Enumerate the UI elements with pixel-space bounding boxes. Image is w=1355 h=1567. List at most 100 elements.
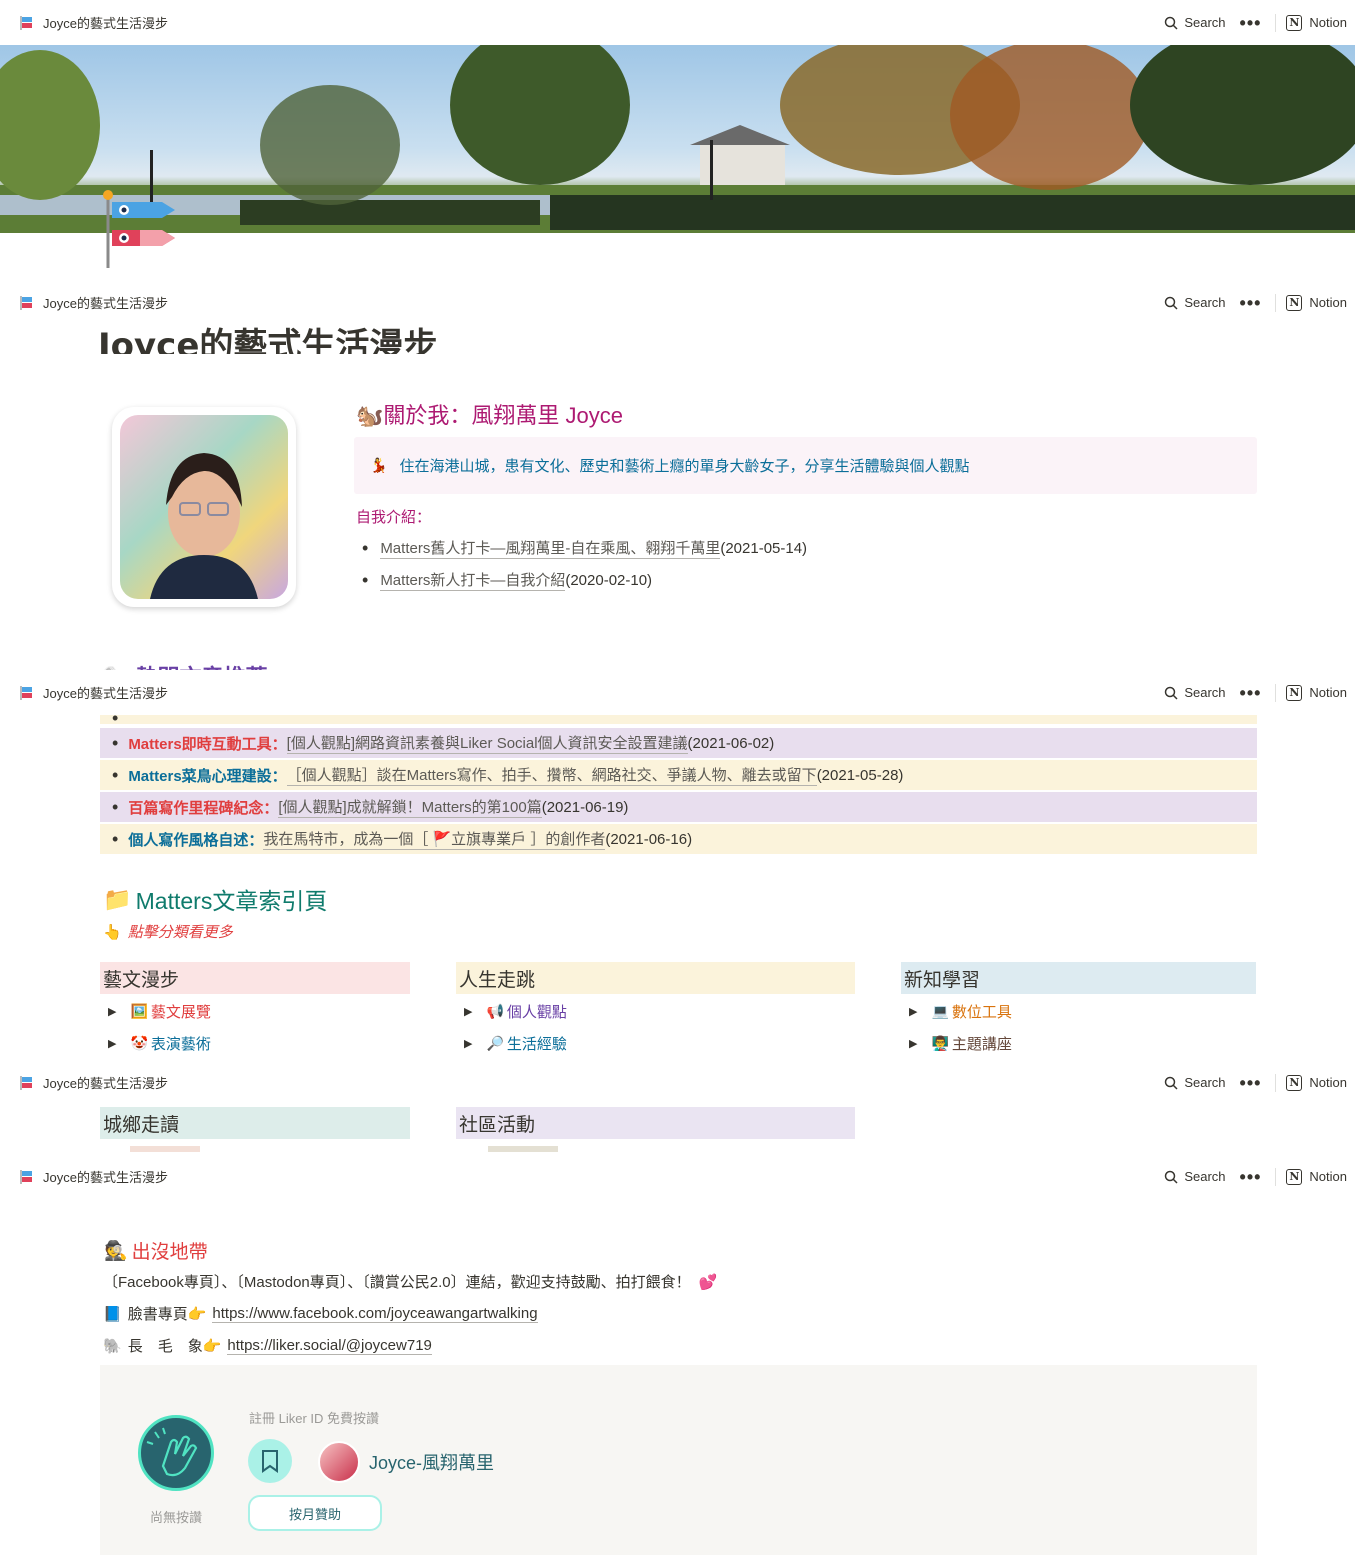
- mammoth-icon: 🐘: [103, 1337, 122, 1355]
- facebook-link[interactable]: https://www.facebook.com/joyceawangartwa…: [212, 1305, 538, 1323]
- notion-button[interactable]: N Notion: [1286, 294, 1347, 311]
- user-avatar[interactable]: [318, 1441, 360, 1483]
- list-item-date: (2021-05-14): [720, 539, 808, 557]
- hearts-icon: 💕: [698, 1273, 718, 1291]
- toggle-life-experience[interactable]: ▶ 🔎 生活經驗: [464, 1033, 567, 1054]
- koinobori-page-icon[interactable]: [100, 188, 180, 270]
- search-icon: [1165, 296, 1178, 310]
- intro-label: 自我介紹：: [356, 509, 432, 526]
- highlight-link[interactable]: [個人觀點]成就解鎖！Matters的第100篇: [278, 796, 542, 818]
- notion-label: Notion: [1309, 15, 1347, 30]
- likecoin-widget: 尚無按讚 註冊 Liker ID 免費按讚 Joyce-風翔萬里 按月贊助: [100, 1365, 1257, 1555]
- notion-logo-icon: N: [1286, 684, 1303, 701]
- intro-link-new[interactable]: Matters新人打卡—自我介紹: [380, 569, 566, 591]
- search-button[interactable]: Search: [1164, 685, 1226, 700]
- toggle-arrow-icon[interactable]: ▶: [464, 1037, 472, 1050]
- clap-button[interactable]: [138, 1415, 214, 1491]
- magnifier-icon: 🔎: [486, 1035, 504, 1051]
- workspace-title[interactable]: Joyce的藝式生活漫步: [43, 683, 168, 702]
- toggle-arrow-icon[interactable]: ▶: [909, 1037, 917, 1050]
- toggle-arrow-icon[interactable]: ▶: [909, 1005, 917, 1018]
- more-options-button[interactable]: •••: [1240, 1074, 1262, 1092]
- search-button[interactable]: Search: [1164, 1169, 1226, 1184]
- search-icon: [1165, 1170, 1178, 1184]
- more-options-button[interactable]: •••: [1240, 684, 1262, 702]
- mastodon-label: 長 毛 象: [127, 1338, 203, 1355]
- more-options-button[interactable]: •••: [1240, 1168, 1262, 1186]
- toggle-exhibition[interactable]: ▶ 🖼️ 藝文展覽: [108, 1001, 211, 1022]
- laptop-icon: 💻: [931, 1003, 949, 1019]
- more-options-button[interactable]: •••: [1240, 294, 1262, 312]
- toggle-label: 主題講座: [951, 1036, 1012, 1053]
- divider: [1275, 293, 1277, 312]
- highlight-row: Matters即時互動工具：[個人觀點]網路資訊素養與Liker Social個…: [100, 728, 1257, 758]
- search-label: Search: [1184, 1169, 1226, 1184]
- more-options-button[interactable]: •••: [1240, 14, 1262, 32]
- pointing-hand-icon: 👆: [103, 924, 122, 941]
- divider: [1275, 1167, 1277, 1186]
- koinobori-icon[interactable]: [20, 1075, 36, 1091]
- picture-icon: 🖼️: [130, 1003, 148, 1019]
- highlight-key: 個人寫作風格自述：: [128, 831, 264, 849]
- toggle-arrow-icon[interactable]: ▶: [464, 1005, 472, 1018]
- notion-button[interactable]: N Notion: [1286, 14, 1347, 31]
- toggle-label: 表演藝術: [150, 1036, 211, 1053]
- clown-icon: 🤡: [130, 1035, 148, 1051]
- highlight-link[interactable]: 我在馬特市，成為一個［ 🚩立旗專業戶 ］的創作者: [263, 828, 606, 850]
- search-icon: [1165, 686, 1178, 700]
- list-item-date: (2020-02-10): [565, 571, 653, 589]
- highlight-row: Matters菜鳥心理建設：［個人觀點］談在Matters寫作、拍手、攢幣、網路…: [100, 760, 1257, 790]
- toggle-personal-views[interactable]: ▶ 📢 個人觀點: [464, 1001, 567, 1022]
- index-heading: 📁 Matters文章索引頁: [103, 882, 327, 916]
- megaphone-icon: 📢: [486, 1003, 504, 1019]
- topbar: Joyce的藝式生活漫步 Search ••• N Notion: [0, 670, 1355, 715]
- divider: [1275, 1073, 1277, 1092]
- category-heading-learning: 新知學習: [901, 962, 1256, 994]
- clap-hands-icon: [146, 1427, 198, 1477]
- notion-label: Notion: [1309, 1075, 1347, 1090]
- detective-icon: 🕵️: [104, 1240, 128, 1262]
- index-heading-text: Matters文章索引頁: [135, 888, 328, 914]
- notion-button[interactable]: N Notion: [1286, 1074, 1347, 1091]
- koinobori-icon[interactable]: [20, 295, 36, 311]
- workspace-title[interactable]: Joyce的藝式生活漫步: [43, 293, 168, 312]
- search-label: Search: [1184, 1075, 1226, 1090]
- category-heading-arts: 藝文漫步: [100, 962, 410, 994]
- highlight-key: Matters即時互動工具：: [128, 735, 287, 753]
- notion-button[interactable]: N Notion: [1286, 684, 1347, 701]
- workspace-title[interactable]: Joyce的藝式生活漫步: [43, 13, 168, 32]
- bookmark-icon: [262, 1450, 278, 1473]
- mastodon-link[interactable]: https://liker.social/@joycew719: [227, 1337, 432, 1355]
- search-button[interactable]: Search: [1164, 15, 1226, 30]
- search-button[interactable]: Search: [1164, 1075, 1226, 1090]
- highlight-link[interactable]: [個人觀點]網路資訊素養與Liker Social個人資訊安全設置建議: [286, 732, 688, 754]
- search-icon: [1165, 16, 1178, 30]
- topbar: Joyce的藝式生活漫步 Search ••• N Notion: [0, 280, 1355, 325]
- koinobori-icon[interactable]: [20, 15, 36, 31]
- haunt-intro: 〔Facebook專頁〕、〔Mastodon專頁〕、〔讚賞公民2.0〕連結，歡迎…: [103, 1271, 717, 1292]
- blue-book-icon: 📘: [103, 1305, 122, 1323]
- toggle-performing-arts[interactable]: ▶ 🤡 表演藝術: [108, 1033, 211, 1054]
- monthly-sponsor-button[interactable]: 按月贊助: [248, 1495, 382, 1531]
- liker-username[interactable]: Joyce-風翔萬里: [369, 1449, 494, 1475]
- toggle-digital-tools[interactable]: ▶ 💻 數位工具: [909, 1001, 1012, 1022]
- list-item: Matters舊人打卡—風翔萬里-自在乘風、翱翔千萬里(2021-05-14): [362, 537, 807, 559]
- search-button[interactable]: Search: [1164, 295, 1226, 310]
- workspace-title[interactable]: Joyce的藝式生活漫步: [43, 1167, 168, 1186]
- haunt-intro-text: 〔Facebook專頁〕、〔Mastodon專頁〕、〔讚賞公民2.0〕連結，歡迎…: [103, 1274, 691, 1291]
- haunt-heading: 🕵️ 出沒地帶: [104, 1237, 208, 1264]
- highlight-link[interactable]: ［個人觀點］談在Matters寫作、拍手、攢幣、網路社交、爭議人物、離去或留下: [286, 764, 817, 786]
- teacher-icon: 👨‍🏫: [931, 1035, 949, 1051]
- toggle-arrow-icon[interactable]: ▶: [108, 1037, 116, 1050]
- toggle-arrow-icon[interactable]: ▶: [108, 1005, 116, 1018]
- workspace-title[interactable]: Joyce的藝式生活漫步: [43, 1073, 168, 1092]
- category-heading-community: 社區活動: [456, 1107, 855, 1139]
- highlight-key: Matters菜鳥心理建設：: [128, 767, 287, 785]
- notion-button[interactable]: N Notion: [1286, 1168, 1347, 1185]
- intro-link-old[interactable]: Matters舊人打卡—風翔萬里-自在乘風、翱翔千萬里: [380, 537, 721, 559]
- koinobori-icon[interactable]: [20, 1169, 36, 1185]
- bookmark-button[interactable]: [248, 1439, 292, 1483]
- koinobori-icon[interactable]: [20, 685, 36, 701]
- toggle-lectures[interactable]: ▶ 👨‍🏫 主題講座: [909, 1033, 1012, 1054]
- register-liker-link[interactable]: 註冊 Liker ID 免費按讚: [249, 1408, 379, 1427]
